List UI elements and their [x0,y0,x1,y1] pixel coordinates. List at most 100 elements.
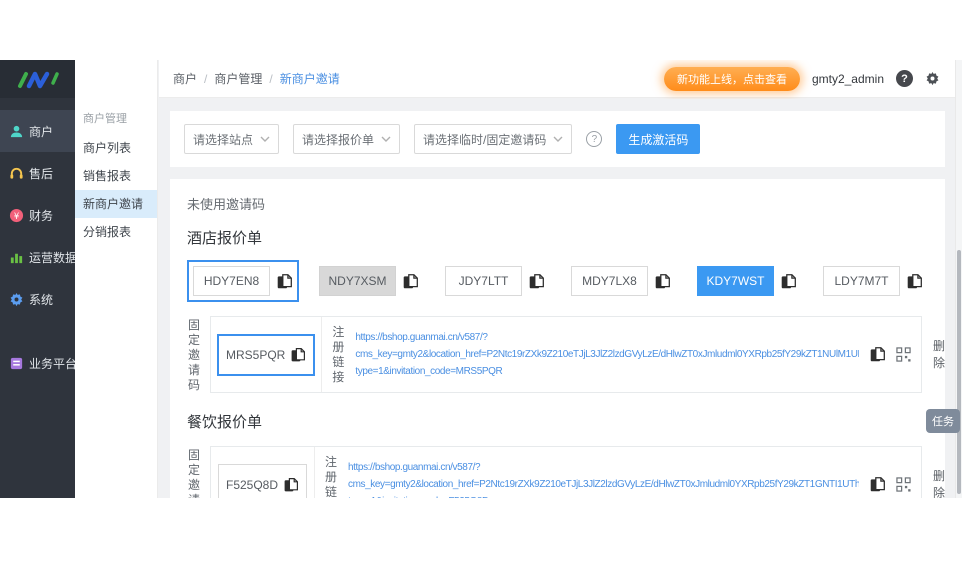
topbar-right: 新功能上线，点击查看 gmty2_admin ? [663,66,940,91]
copy-code-button[interactable] [528,273,545,290]
copy-link-button[interactable] [869,476,886,493]
submenu-item-sales-report[interactable]: 销售报表 [75,162,157,190]
fixed-code-pill[interactable]: MRS5PQR [217,333,316,376]
fixed-code-value: F525Q8D [225,477,279,492]
guanmai-logo-icon [17,71,59,89]
code-chip-group: LDY7M7T [817,260,929,302]
site-select[interactable]: 请选择站点 [184,124,280,154]
copy-code-button[interactable] [402,273,419,290]
business-platform-icon [10,357,23,369]
sidebar-item-label: 业务平台 [29,356,78,371]
qr-code-button[interactable] [896,477,911,492]
settings-gear-icon[interactable] [925,71,940,86]
hotel-fixed-code-row: 固定邀请码 MRS5PQR 注册链接 https://bshop.guanmai… [187,316,945,393]
topbar: 商户 / 商户管理 / 新商户邀请 新功能上线，点击查看 gmty2_admin… [159,60,962,98]
invite-code-chip[interactable]: HDY7EN8 [193,266,270,296]
app-logo [0,60,75,98]
finance-yen-icon: ¥ [9,208,24,222]
breadcrumb-merchant[interactable]: 商户 [173,70,197,87]
register-link-url[interactable]: https://bshop.guanmai.cn/v587/? cms_key=… [348,459,859,498]
sidebar-item-label: 商户 [29,124,54,139]
delete-code-button[interactable]: 删除 [933,338,945,372]
sidebar-item-merchant[interactable]: 商户 [0,110,75,152]
hotel-code-chips-row: HDY7EN8 NDY7XSM JDY7LTT MDY7LX8 KDY7WST … [187,260,931,302]
fixed-code-cell: F525Q8D [211,447,315,498]
invite-code-chip[interactable]: MDY7LX8 [571,266,648,296]
fixed-code-pill[interactable]: F525Q8D [217,463,308,498]
copy-link-button[interactable] [869,346,886,363]
breadcrumb-merchant-management[interactable]: 商户管理 [214,70,262,87]
sidebar-item-label: 售后 [29,166,54,181]
invite-codes-card: 未使用邀请码 酒店报价单 HDY7EN8 NDY7XSM JDY7LTT MDY… [170,179,945,498]
operations-chart-icon [10,253,23,263]
sidebar-item-label: 财务 [29,208,54,223]
copy-icon[interactable] [290,347,306,363]
app-window: 商户 售后 ¥ 财务 运营数据 系统 业务平台 商户管理 商户列表 销售报表 新… [0,60,962,498]
code-chip-group: NDY7XSM [313,260,425,302]
chevron-down-icon [260,136,270,142]
invite-code-chip[interactable]: KDY7WST [697,266,774,296]
sidebar-item-operations-data[interactable]: 运营数据 [0,236,78,278]
qr-code-button[interactable] [896,347,911,362]
copy-code-button[interactable] [654,273,671,290]
new-feature-notice-badge[interactable]: 新功能上线，点击查看 [663,66,800,91]
nav-list: 商户 售后 ¥ 财务 运营数据 系统 业务平台 [0,110,78,384]
username[interactable]: gmty2_admin [812,72,884,86]
scrollbar-thumb[interactable] [957,250,961,494]
invite-code-chip[interactable]: NDY7XSM [319,266,396,296]
system-gear-icon [10,292,23,306]
url-line: type=1&invitation_code=F525Q8D [348,493,859,498]
copy-code-button[interactable] [780,273,797,290]
sidebar-item-label: 系统 [29,292,54,307]
after-sales-headset-icon [10,167,23,179]
fixed-code-box: F525Q8D 注册链接 [210,446,922,498]
register-link-cell: 注册链接 https://bshop.guanmai.cn/v587/? cms… [315,447,921,498]
register-link-label: 注册链接 [332,324,345,384]
sidebar-item-after-sales[interactable]: 售后 [0,152,75,194]
primary-sidebar: 商户 售后 ¥ 财务 运营数据 系统 业务平台 [0,60,78,498]
page: 商户 售后 ¥ 财务 运营数据 系统 业务平台 商户管理 商户列表 销售报表 新… [0,0,962,563]
sidebar-item-system[interactable]: 系统 [0,278,75,320]
unused-codes-title: 未使用邀请码 [187,197,266,212]
breadcrumb-separator: / [204,71,208,86]
copy-icon[interactable] [283,477,299,493]
register-link-url[interactable]: https://bshop.guanmai.cn/v587/? cms_key=… [355,329,859,380]
help-question-icon[interactable]: ? [586,131,603,147]
hotel-quote-title: 酒店报价单 [187,230,263,247]
food-quote-title: 餐饮报价单 [187,414,263,431]
fixed-code-label: 固定邀请码 [188,318,201,392]
copy-icon [907,273,922,288]
submenu-item-distribution-report[interactable]: 分销报表 [75,218,157,246]
help-icon[interactable]: ? [896,70,913,87]
generate-activation-code-button[interactable]: 生成激活码 [616,124,701,154]
task-tab[interactable]: 任务 [926,409,960,433]
chevron-down-icon [381,136,391,142]
url-line: type=1&invitation_code=MRS5PQR [355,366,503,377]
invite-code-chip[interactable]: LDY7M7T [823,266,900,296]
submenu-item-merchant-list[interactable]: 商户列表 [75,134,157,162]
quote-select[interactable]: 请选择报价单 [293,124,401,154]
copy-icon [403,273,418,288]
sidebar-item-label: 运营数据 [29,250,78,265]
breadcrumb-separator: / [269,71,273,86]
invite-code-chip[interactable]: JDY7LTT [445,266,522,296]
merchant-user-icon [10,125,23,137]
sidebar-item-business-platform[interactable]: 业务平台 [0,342,78,384]
breadcrumb: 商户 / 商户管理 / 新商户邀请 [173,70,340,87]
copy-code-button[interactable] [906,273,923,290]
breadcrumb-current-page: 新商户邀请 [279,72,340,86]
sidebar-item-finance[interactable]: ¥ 财务 [0,194,75,236]
submenu-item-new-merchant-invite[interactable]: 新商户邀请 [75,190,157,218]
copy-code-button[interactable] [276,273,293,290]
register-link-label: 注册链接 [325,454,338,499]
delete-code-button[interactable]: 删除 [933,468,945,499]
food-fixed-code-row: 固定邀请码 F525Q8D [187,446,945,498]
copy-icon [870,347,885,362]
copy-icon [781,273,796,288]
code-type-select[interactable]: 请选择临时/固定邀请码 [414,124,573,154]
url-line: cms_key=gmty2&location_href=P2Ntc19rZXk9… [348,479,859,490]
fixed-code-cell: MRS5PQR [211,317,323,392]
fixed-code-box: MRS5PQR 注册链接 https://bshop.guanmai.cn/v5… [210,316,922,393]
content-area: 请选择站点 请选择报价单 请选择临时/固定邀请码 ? 生成激活码 未使用邀请码 … [159,99,962,498]
site-select-value: 请选择站点 [193,132,254,147]
